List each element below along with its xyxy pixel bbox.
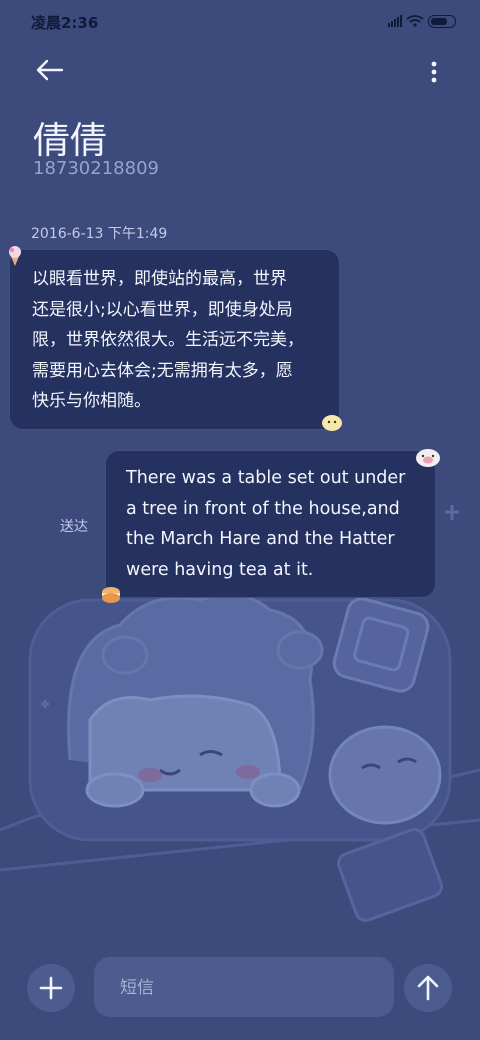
status-time: 凌晨2:36 xyxy=(31,14,99,32)
send-button[interactable] xyxy=(404,964,452,1012)
message-line: a tree in front of the house,and xyxy=(126,498,400,519)
delivered-status: 送达 xyxy=(60,519,88,535)
more-options-button[interactable] xyxy=(422,50,446,90)
messaging-screen: 凌晨2:36 倩倩 18730218809 2016-6-13 下午1:49 以… xyxy=(0,0,480,1040)
ice-cream-sticker-icon xyxy=(9,246,21,266)
message-line: were having tea at it. xyxy=(126,559,314,580)
incoming-message-bubble[interactable]: 以眼看世界，即使站的最高，世界 还是很小;以心看世界，即使身处局 限，世界依然很… xyxy=(9,249,340,430)
message-composer xyxy=(0,950,480,1030)
wifi-icon xyxy=(406,15,424,27)
status-icons xyxy=(388,12,456,30)
message-line: 需要用心去体会;无需拥有太多，愿 xyxy=(32,360,293,381)
message-line: 以眼看世界，即使站的最高，世界 xyxy=(32,269,287,289)
message-line: 还是很小;以心看世界，即使身处局 xyxy=(32,299,293,320)
plus-icon xyxy=(39,976,63,1000)
message-line: 限，世界依然很大。生活远不完美， xyxy=(32,330,304,350)
status-bar: 凌晨2:36 xyxy=(0,0,480,40)
message-line: the March Hare and the Hatter xyxy=(126,529,395,549)
chick-sticker-icon xyxy=(322,415,342,431)
contact-phone: 18730218809 xyxy=(33,158,159,179)
message-input-container xyxy=(94,957,394,1019)
back-arrow-icon xyxy=(36,59,64,81)
signal-icon xyxy=(388,15,402,27)
back-button[interactable] xyxy=(30,50,70,90)
contact-name: 倩倩 xyxy=(33,119,107,162)
macaron-sticker-icon xyxy=(102,587,120,603)
send-arrow-icon xyxy=(417,975,439,1001)
message-line: There was a table set out under xyxy=(126,468,406,488)
add-attachment-button[interactable] xyxy=(27,964,75,1012)
outgoing-message-bubble[interactable]: There was a table set out under a tree i… xyxy=(105,450,436,598)
message-timestamp: 2016-6-13 下午1:49 xyxy=(31,226,168,242)
message-input[interactable] xyxy=(118,957,372,1019)
message-line: 快乐与你相随。 xyxy=(32,391,151,411)
top-app-bar xyxy=(0,46,480,94)
pig-sticker-icon xyxy=(416,449,440,467)
battery-icon xyxy=(428,14,456,28)
more-vertical-icon xyxy=(431,61,437,83)
